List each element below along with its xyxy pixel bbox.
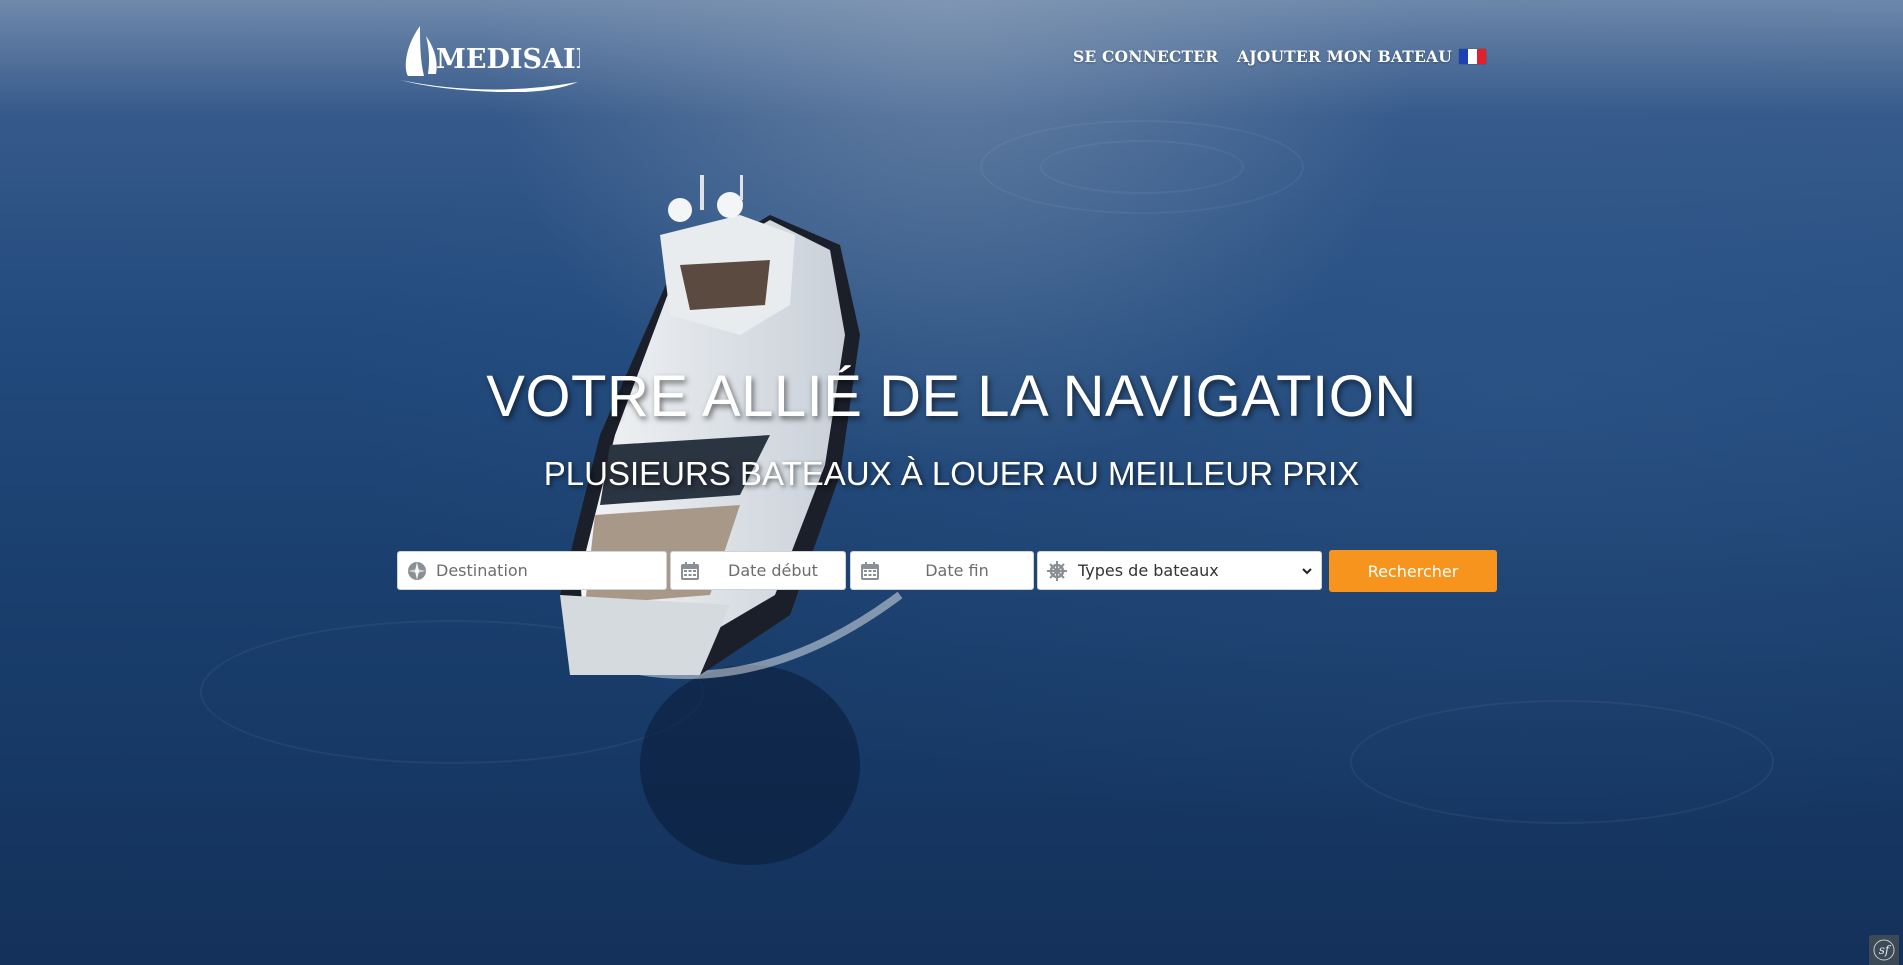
hero-subtitle: PLUSIEURS BATEAUX À LOUER AU MEILLEUR PR… xyxy=(543,455,1360,492)
yacht-image xyxy=(560,175,903,865)
boat-type-select[interactable]: Types de bateaux xyxy=(1037,551,1322,590)
start-date-input[interactable] xyxy=(701,552,845,589)
symfony-icon[interactable]: sf xyxy=(1869,935,1899,965)
calendar-icon xyxy=(681,561,699,580)
add-boat-link[interactable]: AJOUTER MON BATEAU xyxy=(1237,47,1452,66)
end-date-input[interactable] xyxy=(881,552,1033,589)
symfony-logo-icon: sf xyxy=(1873,939,1895,961)
destination-input[interactable] xyxy=(428,552,666,589)
logo-text: MEDISAIL xyxy=(436,44,580,75)
destination-field[interactable] xyxy=(397,551,667,590)
start-date-field[interactable] xyxy=(670,551,846,590)
helm-icon xyxy=(1047,560,1067,581)
medisail-logo[interactable]: MEDISAIL xyxy=(398,24,580,92)
end-date-field[interactable] xyxy=(850,551,1034,590)
svg-text:sf: sf xyxy=(1879,943,1892,957)
compass-icon xyxy=(408,561,426,580)
french-flag-icon[interactable] xyxy=(1459,49,1486,64)
boat-type-selected: Types de bateaux xyxy=(1078,561,1219,580)
search-button[interactable]: Rechercher xyxy=(1329,550,1497,592)
chevron-down-icon xyxy=(1302,567,1312,574)
hero-title: VOTRE ALLIÉ DE LA NAVIGATION xyxy=(486,364,1417,429)
calendar-icon xyxy=(861,561,879,580)
login-link[interactable]: SE CONNECTER xyxy=(1073,47,1218,66)
